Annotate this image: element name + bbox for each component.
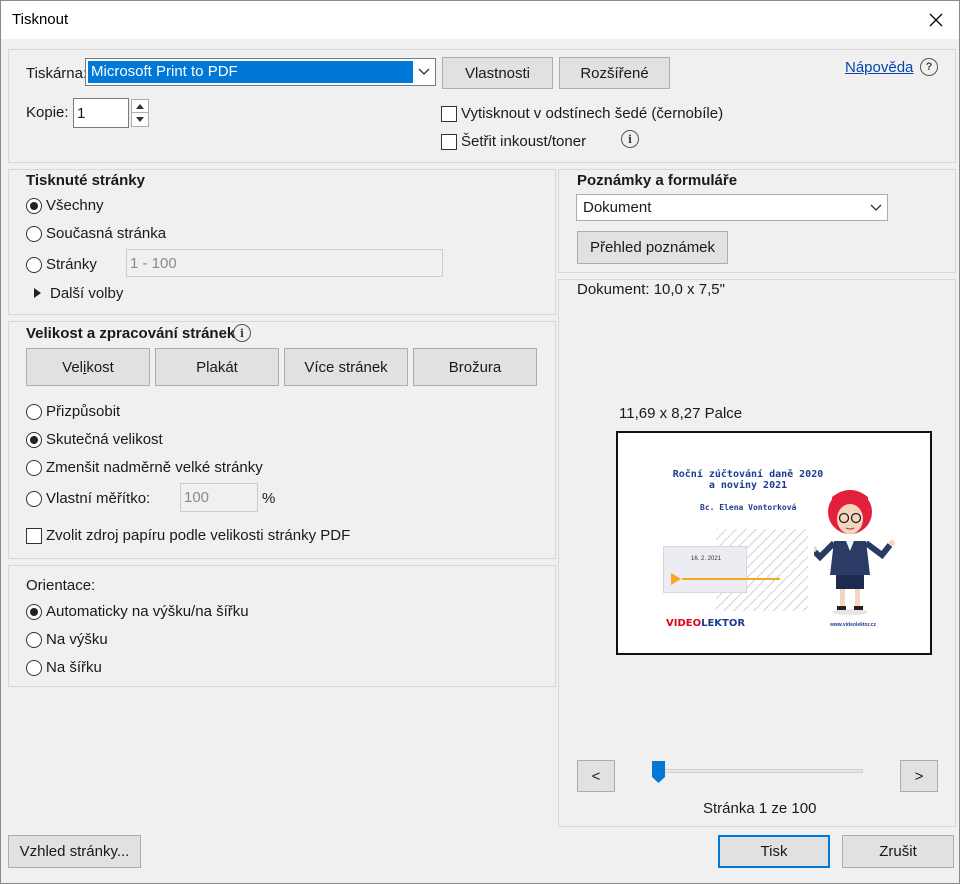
close-icon <box>929 13 943 27</box>
play-icon <box>671 573 681 585</box>
sizing-heading: Velikost a zpracování stránek <box>26 325 236 342</box>
paper-source-checkbox[interactable] <box>26 528 42 544</box>
fit-label: Přizpůsobit <box>46 403 121 420</box>
page-setup-button[interactable]: Vzhled stránky... <box>8 835 141 868</box>
slide-card <box>663 546 747 593</box>
close-button[interactable] <box>921 6 951 34</box>
pages-heading: Tisknuté stránky <box>26 172 145 189</box>
page-slider-track[interactable] <box>655 769 863 773</box>
window-title: Tisknout <box>12 11 69 28</box>
orientation-auto-radio[interactable] <box>26 604 42 620</box>
presenter-figure <box>814 490 895 615</box>
chevron-down-icon <box>865 195 887 220</box>
tab-poster[interactable]: Plakát <box>155 348 279 386</box>
printer-select[interactable]: Microsoft Print to PDF <box>85 58 436 86</box>
title-bar: Tisknout <box>1 1 959 39</box>
info-icon[interactable]: i <box>621 130 639 148</box>
paper-source-label: Zvolit zdroj papíru podle velikosti strá… <box>46 527 351 544</box>
comments-selected: Dokument <box>583 199 652 216</box>
stepper-up-icon[interactable] <box>132 100 148 113</box>
tab-multiple[interactable]: Více stránek <box>284 348 408 386</box>
orientation-landscape-radio[interactable] <box>26 660 42 676</box>
copies-value: 1 <box>77 104 86 122</box>
pages-range-label: Stránky <box>46 256 97 273</box>
custom-scale-input[interactable]: 100 <box>180 483 258 512</box>
grayscale-checkbox[interactable] <box>441 106 457 122</box>
shrink-radio[interactable] <box>26 460 42 476</box>
pages-range-placeholder: 1 - 100 <box>130 254 177 272</box>
grayscale-label: Vytisknout v odstínech šedé (černobíle) <box>461 105 724 122</box>
copies-stepper[interactable] <box>131 99 149 127</box>
slide-url: www.videolektor.cz <box>830 622 876 628</box>
document-size: Dokument: 10,0 x 7,5" <box>577 281 725 298</box>
print-dialog: Tisknout Tiskárna: Microsoft Print to PD… <box>0 0 960 884</box>
pages-current-radio[interactable] <box>26 226 42 242</box>
more-options-label[interactable]: Další volby <box>50 285 123 302</box>
shrink-label: Zmenšit nadměrně velké stránky <box>46 459 263 476</box>
pages-range-radio[interactable] <box>26 257 42 273</box>
brand-video: VIDEO <box>666 618 702 629</box>
copies-label: Kopie: <box>26 104 69 121</box>
slide-date: 16. 2. 2021 <box>691 556 722 562</box>
custom-scale-label: Vlastní měřítko: <box>46 490 151 507</box>
save-ink-label: Šetřit inkoust/toner <box>461 133 587 150</box>
tab-size[interactable]: Vel i kost <box>26 348 150 386</box>
sizing-info-icon[interactable]: i <box>233 324 251 342</box>
page-preview: Roční zúčtování daně 2020 a noviny 2021 … <box>616 431 932 655</box>
save-ink-checkbox[interactable] <box>441 134 457 150</box>
orientation-heading: Orientace: <box>26 577 96 594</box>
expand-triangle-icon[interactable] <box>34 288 41 298</box>
comments-summary-button[interactable]: Přehled poznámek <box>577 231 728 264</box>
orientation-auto-label: Automaticky na výšku/na šířku <box>46 603 249 620</box>
custom-scale-value: 100 <box>184 489 210 506</box>
printer-label: Tiskárna: <box>26 65 88 82</box>
comments-heading: Poznámky a formuláře <box>577 172 738 189</box>
help-question-icon[interactable]: ? <box>920 58 938 76</box>
fit-radio[interactable] <box>26 404 42 420</box>
copies-input[interactable]: 1 <box>73 98 129 128</box>
print-button[interactable]: Tisk <box>718 835 830 868</box>
printer-selected: Microsoft Print to PDF <box>88 61 413 83</box>
next-page-button[interactable]: > <box>900 760 938 792</box>
slide-progress-line <box>682 578 780 580</box>
cancel-button[interactable]: Zrušit <box>842 835 954 868</box>
pages-range-input[interactable]: 1 - 100 <box>126 249 443 277</box>
orientation-portrait-radio[interactable] <box>26 632 42 648</box>
prev-page-button[interactable]: < <box>577 760 615 792</box>
actual-size-radio[interactable] <box>26 432 42 448</box>
help-link[interactable]: Nápověda <box>845 59 913 76</box>
slide-brand: VIDEOLEKTOR <box>666 618 745 629</box>
slide-author: Bc. Elena Vontorková <box>700 503 797 512</box>
custom-scale-radio[interactable] <box>26 491 42 507</box>
brand-lektor: LEKTOR <box>701 618 746 629</box>
tab-booklet[interactable]: Brožura <box>413 348 537 386</box>
stepper-down-icon[interactable] <box>132 113 148 126</box>
orientation-portrait-label: Na výšku <box>46 631 108 648</box>
advanced-button[interactable]: Rozšířené <box>559 57 670 89</box>
slide-title: Roční zúčtování daně 2020 a noviny 2021 <box>672 469 824 491</box>
pages-all-radio[interactable] <box>26 198 42 214</box>
actual-size-label: Skutečná velikost <box>46 431 163 448</box>
pages-all-label: Všechny <box>46 197 104 214</box>
pages-current-label: Současná stránka <box>46 225 167 242</box>
paper-size: 11,69 x 8,27 Palce <box>619 405 743 422</box>
properties-button[interactable]: Vlastnosti <box>442 57 553 89</box>
chevron-down-icon <box>413 59 435 85</box>
comments-select[interactable]: Dokument <box>576 194 888 221</box>
page-slider-thumb[interactable] <box>652 761 665 783</box>
page-indicator: Stránka 1 ze 100 <box>703 800 817 817</box>
percent-label: % <box>262 490 276 507</box>
orientation-landscape-label: Na šířku <box>46 659 102 676</box>
